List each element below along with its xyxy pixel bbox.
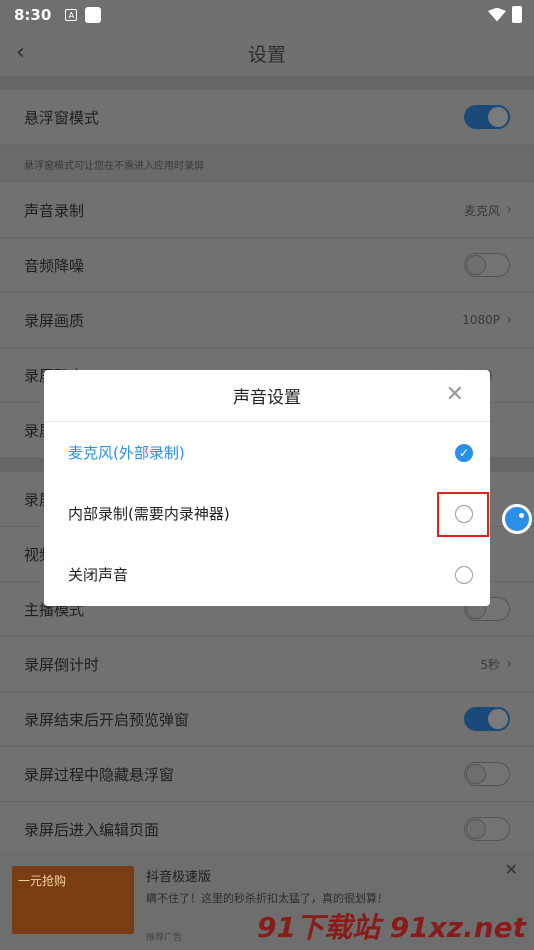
setting-label: 录屏过程中隐藏悬浮窗 xyxy=(24,765,175,784)
floating-mode-toggle[interactable] xyxy=(464,105,510,129)
setting-floating-mode[interactable]: 悬浮窗模式 xyxy=(0,90,534,145)
ad-banner[interactable]: 一元抢购 抖音极速版 瞒不住了！这里的秒杀折扣太猛了，真的很划算！ 推荐广告 ✕… xyxy=(0,850,534,950)
setting-label: 录屏倒计时 xyxy=(24,655,100,674)
page-title: 设置 xyxy=(247,43,286,66)
ad-description: 瞒不住了！这里的秒杀折扣太猛了，真的很划算！ xyxy=(146,892,388,905)
back-icon[interactable]: ‹ xyxy=(16,40,25,65)
dialog-title: 声音设置 xyxy=(233,388,301,408)
setting-quality[interactable]: 录屏画质 1080P › xyxy=(0,293,534,348)
ad-tag: 推荐广告 xyxy=(146,933,183,943)
battery-icon xyxy=(512,6,522,23)
app-bar: ‹ 设置 xyxy=(0,30,534,76)
check-icon[interactable]: ✓ xyxy=(455,443,473,462)
dialog-header: 声音设置 ✕ xyxy=(44,370,490,422)
preview-popup-toggle[interactable] xyxy=(464,707,510,731)
status-bar: 8:30 A xyxy=(0,0,534,30)
wifi-icon xyxy=(488,7,506,22)
chevron-right-icon: › xyxy=(506,312,512,328)
notification-a-icon: A xyxy=(65,9,78,21)
edit-page-toggle[interactable] xyxy=(464,817,510,841)
close-icon[interactable]: ✕ xyxy=(446,382,464,407)
toggle-knob xyxy=(466,819,486,839)
chevron-right-icon: › xyxy=(506,656,512,672)
setting-preview-popup[interactable]: 录屏结束后开启预览弹窗 xyxy=(0,692,534,747)
watermark-logo: 91下载站 91xz.net xyxy=(257,911,526,944)
ad-close-icon[interactable]: ✕ xyxy=(505,860,518,879)
toggle-knob xyxy=(488,107,508,127)
setting-value: 1080P xyxy=(462,313,500,327)
toggle-knob xyxy=(488,709,508,729)
toggle-knob xyxy=(466,255,486,275)
option-mute[interactable]: 关闭声音 xyxy=(44,544,490,605)
setting-value: 5秒 xyxy=(480,657,500,672)
option-internal-record[interactable]: 内部录制(需要内录神器) xyxy=(44,483,490,544)
setting-value: 麦克风 xyxy=(463,203,500,218)
option-microphone[interactable]: 麦克风(外部录制) ✓ xyxy=(44,422,490,483)
ad-title[interactable]: 抖音极速版 xyxy=(146,866,211,885)
setting-label: 音频降噪 xyxy=(24,256,85,275)
noise-reduction-toggle[interactable] xyxy=(464,253,510,277)
option-label: 关闭声音 xyxy=(68,566,129,584)
highlight-box xyxy=(437,492,489,537)
option-label: 内部录制(需要内录神器) xyxy=(68,505,230,523)
notification-square-icon xyxy=(85,7,102,23)
sound-settings-dialog: 声音设置 ✕ 麦克风(外部录制) ✓ 内部录制(需要内录神器) 关闭声音 xyxy=(44,370,490,606)
status-time: 8:30 xyxy=(14,6,52,24)
setting-hide-float[interactable]: 录屏过程中隐藏悬浮窗 xyxy=(0,747,534,802)
floating-record-button[interactable] xyxy=(502,504,532,534)
setting-audio-record[interactable]: 声音录制 麦克风 › xyxy=(0,183,534,238)
setting-countdown[interactable]: 录屏倒计时 5秒 › xyxy=(0,637,534,692)
setting-label: 录屏结束后开启预览弹窗 xyxy=(24,710,190,729)
toggle-knob xyxy=(466,764,486,784)
section-gap xyxy=(0,76,534,90)
hide-float-toggle[interactable] xyxy=(464,762,510,786)
ad-image[interactable]: 一元抢购 xyxy=(12,866,134,934)
setting-label: 悬浮窗模式 xyxy=(24,108,100,127)
option-label: 麦克风(外部录制) xyxy=(68,444,185,462)
setting-label: 声音录制 xyxy=(24,201,85,220)
setting-noise-reduction[interactable]: 音频降噪 xyxy=(0,238,534,293)
radio-button[interactable] xyxy=(455,565,473,584)
setting-edit-page[interactable]: 录屏后进入编辑页面 xyxy=(0,802,534,857)
setting-label: 录屏后进入编辑页面 xyxy=(24,820,160,839)
chevron-right-icon: › xyxy=(506,202,512,218)
setting-label: 录屏画质 xyxy=(24,311,85,330)
floating-hint: 悬浮窗模式可让您在不需进入应用时录屏 xyxy=(0,145,534,183)
